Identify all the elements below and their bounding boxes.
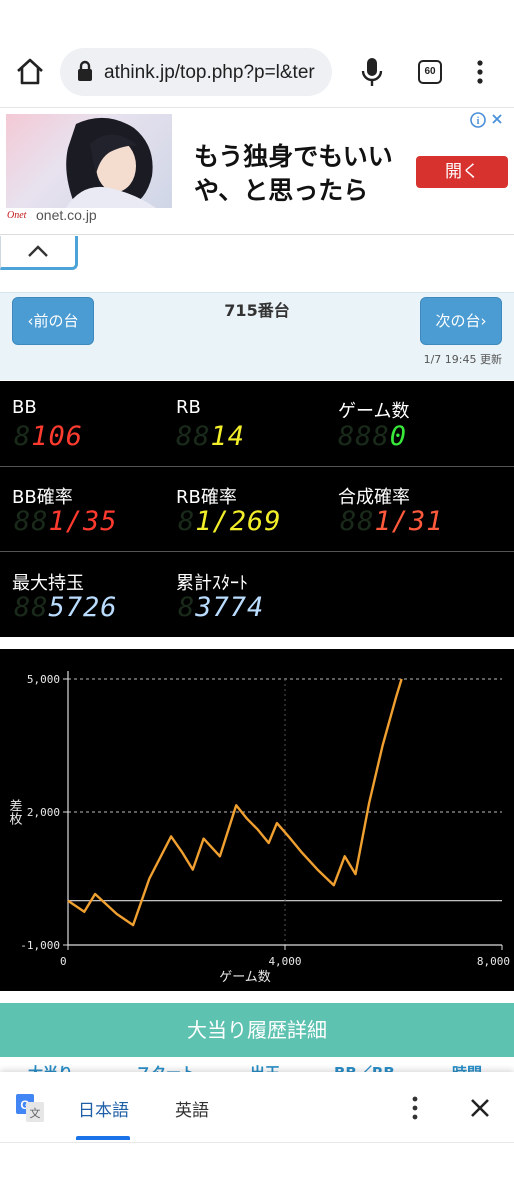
- ad-brand-logo: Onet: [7, 210, 27, 221]
- max-balls-value-text: 5726: [48, 592, 118, 623]
- machine-nav: ‹前の台 715番台 次の台› 1/7 19:45 更新: [0, 292, 514, 380]
- collapse-button[interactable]: [0, 236, 78, 270]
- svg-text:文: 文: [30, 1106, 41, 1120]
- tab-switcher-icon[interactable]: 60: [418, 60, 442, 84]
- y-tick-label: 5,000: [27, 673, 60, 686]
- max-balls-value: 885726: [14, 592, 118, 623]
- games-value: 8880: [338, 421, 408, 452]
- rb-value-text: 14: [210, 421, 246, 452]
- ad-headline-line2[interactable]: や、と思ったら: [194, 174, 409, 208]
- y-axis-label: 差枚: [7, 799, 23, 826]
- ad-image[interactable]: [6, 114, 172, 208]
- home-icon[interactable]: [14, 56, 46, 88]
- lang-tab-english[interactable]: 英語: [175, 1096, 209, 1121]
- chart-svg: 5,000 2,000 -1,0000 4,000 8,000 ゲーム数 差枚: [7, 671, 510, 985]
- total-starts-value-text: 3774: [195, 592, 265, 623]
- history-header-peek: 大当り スタート 出玉 BB／RB 時間: [0, 1058, 514, 1072]
- y-tick-label: 2,000: [27, 806, 60, 819]
- bb-rate-value-text: 1/35: [48, 506, 118, 537]
- rb-rate-value: 81/269: [178, 506, 282, 537]
- total-starts-value: 83774: [178, 592, 265, 623]
- ad-open-button[interactable]: 開く: [416, 156, 508, 188]
- bb-value: 8106: [14, 421, 84, 452]
- peek-header: 大当り: [28, 1062, 73, 1072]
- translate-more-icon[interactable]: [408, 1094, 422, 1122]
- x-axis-label: ゲーム数: [219, 970, 271, 985]
- bb-value-text: 106: [31, 421, 84, 452]
- rb-rate-value-text: 1/269: [195, 506, 282, 537]
- peek-header: 出玉: [250, 1062, 280, 1072]
- games-label: ゲーム数: [338, 401, 410, 422]
- stats-divider: [0, 466, 514, 467]
- mic-icon[interactable]: [358, 56, 386, 88]
- translate-bar: G 文 日本語 英語: [0, 1072, 514, 1142]
- bb-label: BB: [12, 397, 37, 418]
- x-tick-label: 4,000: [268, 955, 301, 968]
- browser-toolbar: athink.jp/top.php?p=l&ter 60: [0, 0, 514, 106]
- google-translate-icon[interactable]: G 文: [16, 1094, 44, 1122]
- ad-headline-line1[interactable]: もう独身でもいい: [194, 140, 409, 174]
- ad-domain[interactable]: onet.co.jp: [36, 207, 97, 223]
- peek-header: 時間: [452, 1062, 482, 1072]
- bb-rate-value: 881/35: [14, 506, 118, 537]
- stats-divider: [0, 551, 514, 552]
- chevron-up-icon: [28, 245, 48, 257]
- x-tick-label: 0: [60, 955, 67, 968]
- combined-rate-value: 881/31: [340, 506, 444, 537]
- ad-headline[interactable]: もう独身でもいい や、と思ったら: [194, 140, 409, 208]
- ad-banner[interactable]: i もう独身でもいい や、と思ったら 開く Onet onet.co.jp: [0, 107, 514, 235]
- close-icon[interactable]: [468, 1096, 492, 1120]
- peek-header: スタート: [136, 1062, 196, 1072]
- lang-tab-japanese[interactable]: 日本語: [78, 1096, 129, 1121]
- stats-panel: BB 8106 RB 8814 ゲーム数 8880 BB確率 881/35 RB…: [0, 381, 514, 637]
- updated-time: 1/7 19:45 更新: [423, 353, 502, 366]
- svg-text:i: i: [477, 116, 480, 127]
- combined-rate-value-text: 1/31: [374, 506, 444, 537]
- url-text[interactable]: athink.jp/top.php?p=l&ter: [104, 60, 326, 86]
- games-value-text: 0: [389, 421, 408, 452]
- x-tick-label: 8,000: [477, 955, 510, 968]
- active-tab-indicator: [76, 1136, 130, 1140]
- rb-label: RB: [176, 397, 201, 418]
- more-icon[interactable]: [472, 58, 488, 86]
- jackpot-history-button[interactable]: 大当り履歴詳細: [0, 1003, 514, 1057]
- payout-chart: 5,000 2,000 -1,000 0 4,000 8,000 ゲーム数 差枚: [0, 649, 514, 991]
- bottom-area: [0, 1142, 514, 1200]
- ad-info-icon[interactable]: i: [470, 111, 506, 129]
- peek-header: BB／RB: [334, 1062, 395, 1072]
- series-line: [67, 678, 403, 927]
- lock-icon: [78, 60, 92, 81]
- rb-value: 8814: [176, 421, 246, 452]
- y-tick-label: -1,000: [20, 939, 60, 952]
- next-machine-button[interactable]: 次の台›: [420, 297, 502, 345]
